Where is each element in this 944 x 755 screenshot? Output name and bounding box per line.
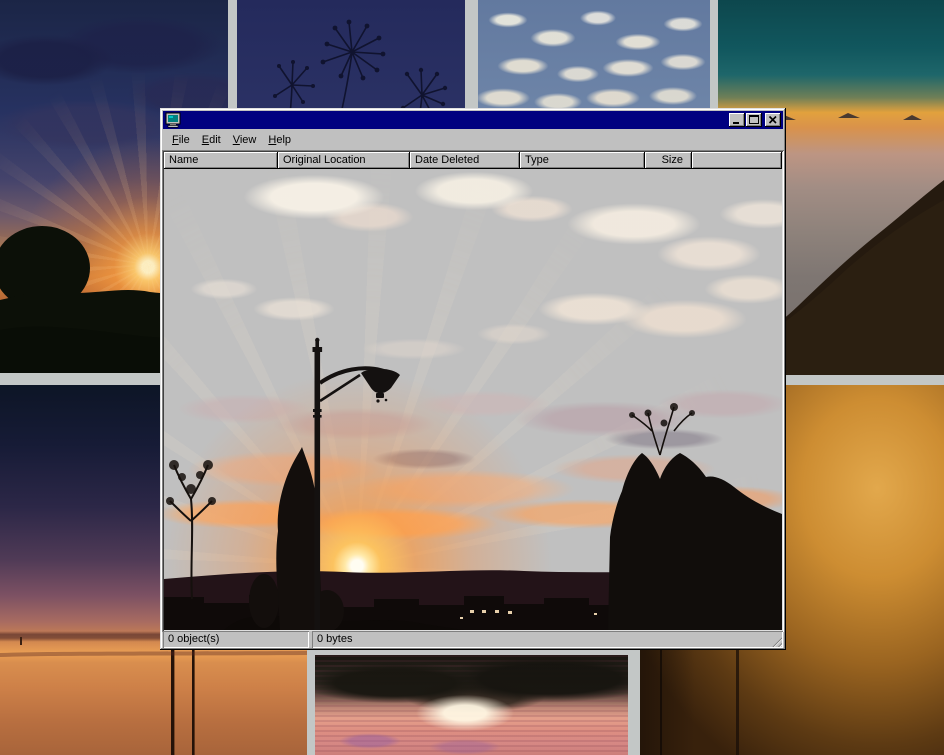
menu-file-accel: F [172, 134, 179, 146]
maximize-button[interactable] [746, 113, 762, 127]
photo-silhouettes [164, 169, 782, 630]
close-button[interactable] [765, 113, 781, 127]
menu-view-rest: iew [240, 134, 257, 146]
minimize-icon [729, 113, 745, 127]
column-header-original-location[interactable]: Original Location [278, 152, 410, 169]
maximize-icon [746, 113, 762, 127]
column-header-type[interactable]: Type [520, 152, 645, 169]
status-bytes: 0 bytes [317, 633, 352, 645]
status-bar: 0 object(s) 0 bytes [163, 631, 783, 648]
status-bytes-panel: 0 bytes [312, 631, 783, 648]
recycle-bin-window[interactable]: File Edit View Help Name Original Locati… [160, 108, 786, 650]
menu-edit-rest: dit [209, 134, 221, 146]
close-icon [765, 113, 781, 127]
list-view-body-photo[interactable] [164, 169, 782, 630]
window-titlebar[interactable] [163, 111, 783, 129]
computer-window-icon [165, 112, 181, 128]
column-header-date-deleted[interactable]: Date Deleted [410, 152, 520, 169]
menu-help[interactable]: Help [262, 132, 297, 148]
menu-edit[interactable]: Edit [196, 132, 227, 148]
pole-silhouette-short [660, 643, 662, 755]
menu-file-rest: ile [179, 134, 190, 146]
menu-help-rest: elp [276, 134, 291, 146]
column-header-filler[interactable] [692, 152, 782, 169]
menu-view[interactable]: View [227, 132, 263, 148]
resize-grip[interactable] [770, 635, 782, 647]
column-header-size[interactable]: Size [645, 152, 692, 169]
status-objects: 0 object(s) [163, 631, 309, 648]
list-view[interactable]: Name Original Location Date Deleted Type… [162, 150, 784, 632]
menu-view-accel: V [233, 134, 240, 146]
wallpaper-tile-pink-reflection [315, 655, 628, 755]
minimize-button[interactable] [729, 113, 745, 127]
menu-edit-accel: E [202, 134, 209, 146]
right-trees-silhouette [608, 453, 782, 630]
menu-bar: File Edit View Help [163, 130, 783, 149]
column-header-name[interactable]: Name [164, 152, 278, 169]
column-header-row: Name Original Location Date Deleted Type… [164, 152, 782, 169]
menu-file[interactable]: File [166, 132, 196, 148]
